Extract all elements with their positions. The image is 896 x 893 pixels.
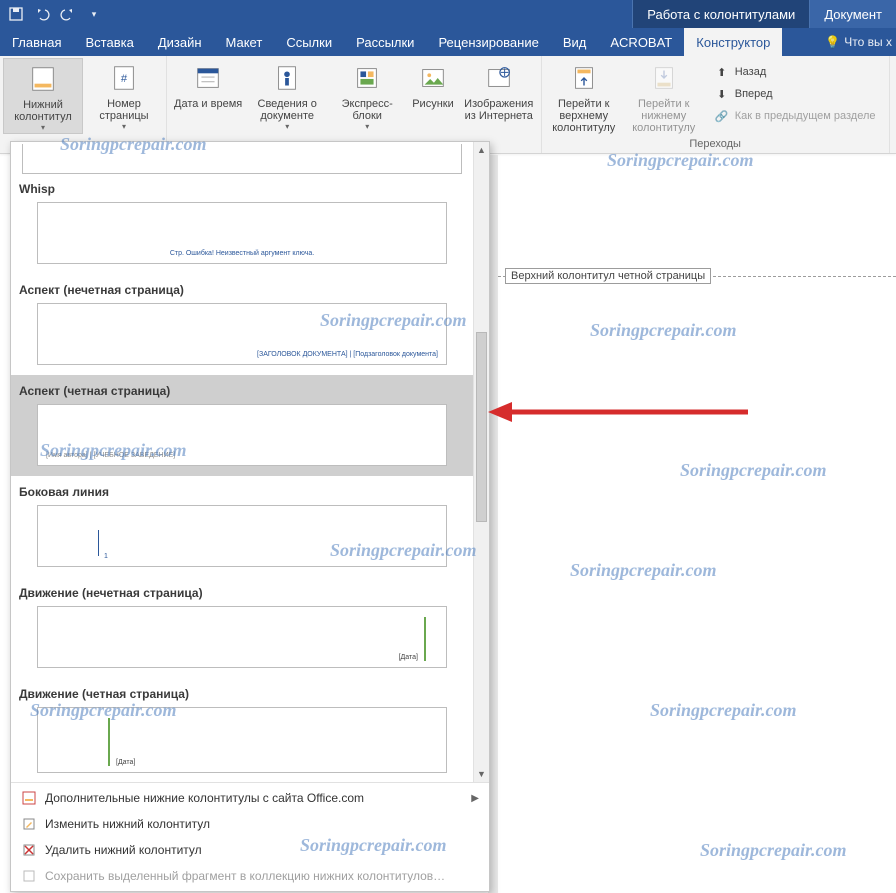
online-pictures-icon [483,62,515,94]
goto-footer-button[interactable]: Перейти к нижнему колонтитулу [625,58,703,134]
watermark: Soringpcrepair.com [650,700,797,721]
qat-customize-icon[interactable]: ▾ [86,6,102,22]
redo-icon[interactable] [60,6,76,22]
scroll-down-icon[interactable]: ▼ [474,766,489,782]
watermark: Soringpcrepair.com [590,320,737,341]
ribbon-group-navigation: Перейти к верхнему колонтитулу Перейти к… [542,56,890,153]
quick-parts-icon [351,62,383,94]
tab-review[interactable]: Рецензирование [426,28,550,56]
quick-access-toolbar: ▾ [0,6,102,22]
remove-footer[interactable]: Удалить нижний колонтитул [11,837,489,863]
gallery-item-motion-odd[interactable]: Движение (нечетная страница) [Дата] [11,577,473,678]
goto-header-icon [568,62,600,94]
pictures-icon [417,62,449,94]
tab-references[interactable]: Ссылки [274,28,344,56]
even-page-header-badge: Верхний колонтитул четной страницы [505,268,711,284]
gallery-scrollbar[interactable]: ▲ ▼ [473,142,489,782]
chevron-down-icon: ▾ [122,123,126,132]
chevron-down-icon: ▾ [365,123,369,132]
footer-button[interactable]: Нижний колонтитул ▾ [3,58,83,134]
gallery-item-motion-even[interactable]: Движение (четная страница) [Дата] [11,678,473,782]
scroll-up-icon[interactable]: ▲ [474,142,489,158]
transitions-group-label: Переходы [545,136,886,152]
tab-layout[interactable]: Макет [214,28,275,56]
nav-forward[interactable]: ⬇Вперед [711,84,880,104]
save-selection-icon [21,868,37,884]
pictures-button[interactable]: Рисунки [408,58,458,110]
link-previous-icon: 🔗 [715,109,729,123]
gallery-item-side-line[interactable]: Боковая линия 1 [11,476,473,577]
nav-forward-icon: ⬇ [715,87,729,101]
gallery-item-whisp[interactable]: Whisp Стр. Ошибка! Неизвестный аргумент … [11,142,473,274]
ribbon-group-insert: Дата и время Сведения о документе ▾ Эксп… [167,56,542,153]
tell-me-search[interactable]: 💡 Что вы х [825,28,892,56]
save-selection-to-gallery: Сохранить выделенный фрагмент в коллекци… [11,863,489,889]
remove-footer-icon [21,842,37,858]
tab-home[interactable]: Главная [0,28,73,56]
watermark: Soringpcrepair.com [680,460,827,481]
tab-design[interactable]: Дизайн [146,28,214,56]
office-icon [21,790,37,806]
nav-back[interactable]: ⬆Назад [711,62,880,82]
annotation-arrow [488,400,748,424]
tab-acrobat[interactable]: ACROBAT [598,28,684,56]
contextual-tool-tabs: Работа с колонтитулами Документ [632,0,896,28]
ribbon-group-header-footer: Нижний колонтитул ▾ # Номер страницы ▾ [0,56,167,153]
date-time-button[interactable]: Дата и время [170,58,246,110]
gallery-item-aspect-odd[interactable]: Аспект (нечетная страница) [ЗАГОЛОВОК ДО… [11,274,473,375]
quick-parts-button[interactable]: Экспресс-блоки ▾ [328,58,406,132]
gallery-item-aspect-even[interactable]: Аспект (четная страница) [Имя автора] | … [11,375,473,476]
tab-insert[interactable]: Вставка [73,28,145,56]
tab-constructor[interactable]: Конструктор [684,28,782,56]
watermark: Soringpcrepair.com [570,560,717,581]
scroll-thumb[interactable] [476,332,487,522]
watermark: Soringpcrepair.com [700,840,847,861]
document-name-label: Документ [809,0,896,28]
page-number-icon: # [108,62,140,94]
title-bar: ▾ Работа с колонтитулами Документ [0,0,896,28]
save-icon[interactable] [8,6,24,22]
link-previous: 🔗Как в предыдущем разделе [711,106,880,126]
submenu-arrow-icon: ▶ [471,793,479,804]
footer-icon [27,63,59,95]
nav-back-icon: ⬆ [715,65,729,79]
more-footers-office[interactable]: Дополнительные нижние колонтитулы с сайт… [11,785,489,811]
ribbon-tabs: Главная Вставка Дизайн Макет Ссылки Расс… [0,28,896,56]
goto-header-button[interactable]: Перейти к верхнему колонтитулу [545,58,623,134]
nav-column: ⬆Назад ⬇Вперед 🔗Как в предыдущем разделе [705,58,886,130]
ribbon: Нижний колонтитул ▾ # Номер страницы ▾ Д… [0,56,896,154]
footer-gallery-dropdown: Whisp Стр. Ошибка! Неизвестный аргумент … [10,141,490,892]
tab-view[interactable]: Вид [551,28,599,56]
tab-mailings[interactable]: Рассылки [344,28,426,56]
edit-footer[interactable]: Изменить нижний колонтитул [11,811,489,837]
chevron-down-icon: ▾ [285,123,289,132]
gallery-footer-menu: Дополнительные нижние колонтитулы с сайт… [11,782,489,891]
lightbulb-icon: 💡 [825,35,840,49]
svg-text:#: # [121,73,128,85]
page-number-button[interactable]: # Номер страницы ▾ [85,58,163,132]
tell-me-label: Что вы х [844,35,892,49]
doc-info-button[interactable]: Сведения о документе ▾ [248,58,326,132]
online-pictures-button[interactable]: Изображения из Интернета [460,58,538,122]
goto-footer-icon [648,62,680,94]
chevron-down-icon: ▾ [41,124,45,133]
undo-icon[interactable] [34,6,50,22]
edit-footer-icon [21,816,37,832]
calendar-icon [192,62,224,94]
header-footer-tools-label: Работа с колонтитулами [632,0,809,28]
doc-info-icon [271,62,303,94]
gallery-scroll-area: Whisp Стр. Ошибка! Неизвестный аргумент … [11,142,489,782]
